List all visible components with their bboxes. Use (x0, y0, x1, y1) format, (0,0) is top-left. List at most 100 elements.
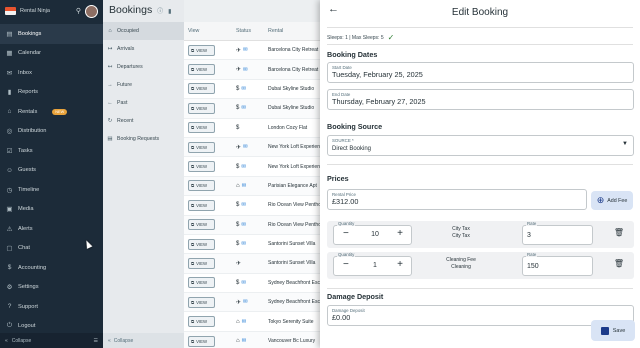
column-header-rental[interactable]: Rental (268, 28, 324, 34)
start-date-field[interactable]: Start Date Tuesday, February 25, 2025 (327, 62, 634, 83)
column-header-status[interactable]: Status (236, 28, 268, 34)
view-button[interactable]: ⧉ VIEW (188, 122, 215, 134)
sidebar-item-accounting[interactable]: $ Accounting (0, 258, 103, 278)
rental-name[interactable]: Santorini Sunset Villa (268, 260, 324, 266)
rental-name[interactable]: Dubai Skyline Studio (268, 105, 324, 111)
decrement-button[interactable]: − (343, 259, 349, 270)
sidebar-collapse[interactable]: « Collapse ☰ (0, 333, 103, 348)
table-row[interactable]: ⧉ VIEW $ ✉ Rio Ocean View Penthouse (184, 215, 324, 235)
subnav-item-future[interactable]: → Future (103, 76, 184, 94)
sidebar-item-timeline[interactable]: ◷ Timeline (0, 180, 103, 200)
table-row[interactable]: ⧉ VIEW ✈ ✉ Barcelona City Retreat (184, 60, 324, 80)
rental-name[interactable]: Dubai Skyline Studio (268, 86, 324, 92)
rental-name[interactable]: New York Loft Experience (268, 144, 324, 150)
table-row[interactable]: ⧉ VIEW $ London Cozy Flat (184, 119, 324, 138)
rental-name[interactable]: Sydney Beachfront Escape (268, 299, 324, 305)
info-icon[interactable]: ⓘ (157, 9, 163, 15)
rental-name[interactable]: London Cozy Flat (268, 125, 324, 131)
rental-name[interactable]: Santorini Sunset Villa (268, 241, 324, 247)
table-row[interactable]: ⧉ VIEW $ ✉ Dubai Skyline Studio (184, 80, 324, 100)
add-fee-button[interactable]: ⊕ Add Fee (591, 191, 633, 210)
rental-name[interactable]: Vancouver Bc Luxury (268, 338, 324, 344)
subnav-collapse[interactable]: « Collapse (103, 333, 184, 348)
rental-name[interactable]: New York Loft Experience (268, 164, 324, 170)
table-row[interactable]: ⧉ VIEW ⌂ ✉ Tokyo Serenity Suite (184, 312, 324, 332)
trash-icon[interactable]: 🗑 (614, 228, 624, 237)
table-row[interactable]: ⧉ VIEW ✈ ✉ New York Loft Experience (184, 137, 324, 158)
table-row[interactable]: ⧉ VIEW ✈ ✉ Barcelona City Retreat (184, 41, 324, 61)
sidebar-item-reports[interactable]: ▮ Reports (0, 83, 103, 103)
view-button[interactable]: ⧉ VIEW (188, 219, 215, 231)
quantity-value[interactable]: 10 (369, 231, 381, 238)
table-row[interactable]: ⧉ VIEW ✈ ✉ Sydney Beachfront Escape (184, 293, 324, 313)
view-button[interactable]: ⧉ VIEW (188, 335, 215, 347)
subnav-item-recent[interactable]: ↻ Recent (103, 112, 184, 130)
booking-source-select[interactable]: SOURCE * Direct Booking ▼ (327, 135, 634, 156)
table-row[interactable]: ⧉ VIEW $ ✉ Santorini Sunset Villa (184, 235, 324, 255)
view-button[interactable]: ⧉ VIEW (188, 141, 215, 153)
avatar[interactable] (85, 4, 98, 18)
rate-field[interactable]: Rate 150 (522, 252, 593, 276)
view-button[interactable]: ⧉ VIEW (188, 316, 215, 328)
sidebar-item-bookings[interactable]: ▤ Bookings (0, 24, 103, 44)
status-icons: ✈ ✉ (236, 47, 268, 54)
rate-field[interactable]: Rate 3 (522, 221, 593, 245)
view-button[interactable]: ⧉ VIEW (188, 180, 215, 192)
subnav-item-booking-requests[interactable]: ▤ Booking Requests (103, 130, 184, 148)
sidebar-item-calendar[interactable]: ▦ Calendar (0, 44, 103, 64)
sidebar-item-rentals[interactable]: ⌂ Rentals NEW (0, 102, 103, 122)
view-button[interactable]: ⧉ VIEW (188, 199, 215, 211)
rental-name[interactable]: Tokyo Serenity Suite (268, 319, 324, 325)
sidebar-item-alerts[interactable]: ⚠ Alerts (0, 219, 103, 239)
sidebar-item-tasks[interactable]: ☑ Tasks (0, 141, 103, 161)
sidebar-item-settings[interactable]: ⚙ Settings (0, 278, 103, 298)
sidebar-item-guests[interactable]: ☺ Guests (0, 161, 103, 181)
view-button[interactable]: ⧉ VIEW (188, 102, 215, 114)
table-row[interactable]: ⧉ VIEW $ ✉ Sydney Beachfront Escape (184, 274, 324, 294)
view-button[interactable]: ⧉ VIEW (188, 238, 215, 250)
view-button[interactable]: ⧉ VIEW (188, 277, 215, 289)
quantity-value[interactable]: 1 (369, 262, 381, 269)
rental-price-field[interactable]: Rental Price £312.00 (327, 189, 587, 210)
rental-name[interactable]: Sydney Beachfront Escape (268, 280, 324, 286)
table-row[interactable]: ⧉ VIEW $ ✉ Dubai Skyline Studio (184, 99, 324, 119)
table-row[interactable]: ⧉ VIEW $ ✉ Rio Ocean View Penthouse (184, 196, 324, 216)
table-row[interactable]: ⧉ VIEW ⌂ ✉ Parisian Elegance Apt (184, 176, 324, 197)
quantity-stepper[interactable]: Quantity − 1 + (333, 252, 412, 276)
rental-name[interactable]: Parisian Elegance Apt (268, 183, 324, 189)
column-header-view[interactable]: View (184, 28, 236, 34)
table-row[interactable]: ⧉ VIEW ⌂ ✉ Vancouver Bc Luxury (184, 331, 324, 348)
increment-button[interactable]: + (397, 259, 403, 270)
damage-deposit-field[interactable]: Damage Deposit £0.00 (327, 305, 634, 326)
view-button[interactable]: ⧉ VIEW (188, 44, 215, 56)
view-button[interactable]: ⧉ VIEW (188, 161, 215, 173)
back-arrow-icon[interactable]: ← (328, 3, 339, 15)
end-date-field[interactable]: End Date Thursday, February 27, 2025 (327, 89, 634, 110)
sidebar-item-media[interactable]: ▣ Media (0, 200, 103, 220)
sidebar-item-support[interactable]: ? Support (0, 297, 103, 317)
view-button[interactable]: ⧉ VIEW (188, 257, 215, 269)
sidebar-item-distribution[interactable]: ◎ Distribution (0, 122, 103, 142)
save-button[interactable]: Save (591, 320, 635, 341)
menu-icon[interactable]: ☰ (94, 338, 98, 344)
rental-name[interactable]: Barcelona City Retreat (268, 67, 324, 73)
view-button[interactable]: ⧉ VIEW (188, 296, 215, 308)
search-icon[interactable]: ⚲ (76, 7, 81, 15)
subnav-item-occupied[interactable]: ⌂ Occupied (103, 22, 184, 40)
subnav-item-arrivals[interactable]: ↦ Arrivals (103, 40, 184, 58)
view-button[interactable]: ⧉ VIEW (188, 64, 215, 76)
table-row[interactable]: ⧉ VIEW $ ✉ New York Loft Experience (184, 157, 324, 177)
rental-name[interactable]: Rio Ocean View Penthouse (268, 202, 324, 208)
view-button[interactable]: ⧉ VIEW (188, 83, 215, 95)
subnav-item-departures[interactable]: ↤ Departures (103, 58, 184, 76)
decrement-button[interactable]: − (343, 228, 349, 239)
notebook-icon[interactable]: ▮ (168, 9, 171, 15)
rental-name[interactable]: Rio Ocean View Penthouse (268, 222, 324, 228)
subnav-item-past[interactable]: ← Past (103, 94, 184, 112)
table-row[interactable]: ⧉ VIEW ✈ Santorini Sunset Villa (184, 254, 324, 274)
rental-name[interactable]: Barcelona City Retreat (268, 47, 324, 53)
increment-button[interactable]: + (397, 228, 403, 239)
trash-icon[interactable]: 🗑 (614, 259, 624, 268)
quantity-stepper[interactable]: Quantity − 10 + (333, 221, 412, 245)
sidebar-item-inbox[interactable]: ✉ Inbox (0, 63, 103, 83)
